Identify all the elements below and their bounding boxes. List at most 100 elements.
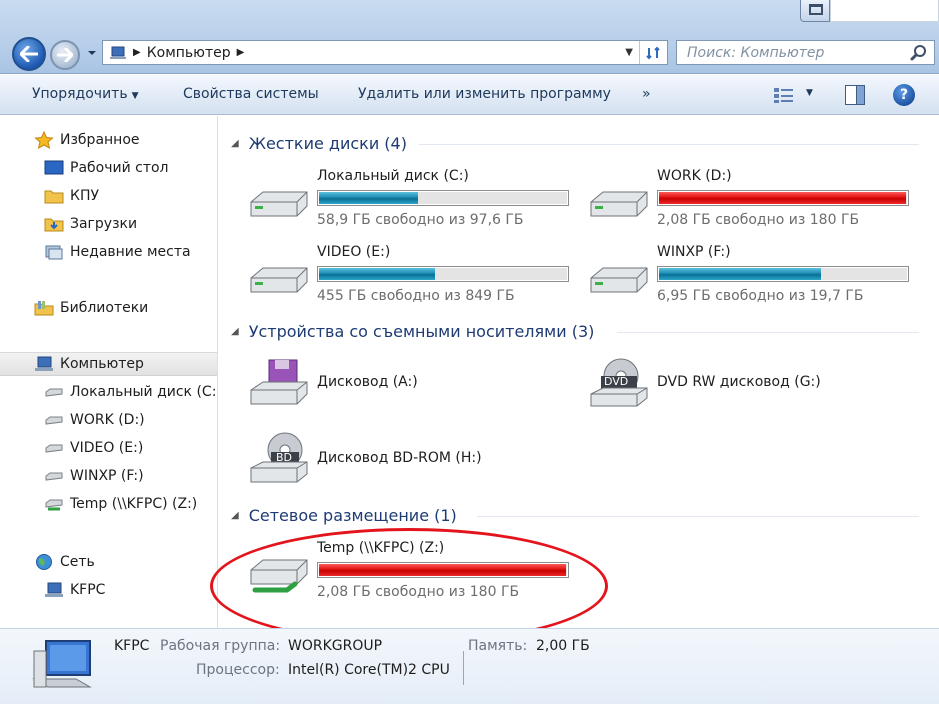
more-commands-button[interactable]: » [642, 86, 651, 102]
computer-icon [35, 356, 53, 371]
nav-kpu[interactable]: КПУ [44, 184, 99, 208]
change-view-icon[interactable] [773, 86, 795, 104]
nav-libraries[interactable]: Библиотеки [34, 296, 148, 320]
nav-drive-f[interactable]: WINXP (F:) [44, 464, 144, 488]
drive-c-name: Локальный диск (C:) [317, 168, 469, 184]
nav-desktop[interactable]: Рабочий стол [44, 156, 169, 180]
nav-recent-places-label: Недавние места [70, 244, 191, 260]
search-box[interactable] [676, 40, 935, 65]
computer-icon [110, 46, 126, 59]
group-divider [477, 516, 919, 517]
hard-drive-icon [45, 472, 63, 481]
collapse-icon[interactable]: ◢ [231, 510, 239, 521]
drive-c-usage-fill [319, 192, 418, 204]
drive-f-usage-bar [657, 266, 909, 282]
refresh-button[interactable] [639, 41, 667, 64]
uninstall-program-button[interactable]: Удалить или изменить программу [358, 86, 611, 102]
recent-places-icon [45, 245, 63, 260]
collapse-icon[interactable]: ◢ [231, 326, 239, 337]
arrow-left-icon [20, 46, 38, 62]
group-divider [617, 332, 919, 333]
nav-drive-z[interactable]: Temp (\\KFPC) (Z:) [44, 492, 197, 516]
drive-d[interactable]: WORK (D:) 2,08 ГБ свободно из 180 ГБ [587, 168, 917, 232]
nav-network[interactable]: Сеть [34, 550, 95, 574]
nav-drive-d[interactable]: WORK (D:) [44, 408, 145, 432]
refresh-icon [645, 46, 660, 59]
maximize-icon [809, 4, 823, 15]
organize-label: Упорядочить [32, 86, 128, 102]
drive-d-name: WORK (D:) [657, 168, 732, 184]
workgroup-value: WORKGROUP [288, 638, 383, 654]
organize-button[interactable]: Упорядочить ▼ [32, 86, 139, 102]
window-edge [830, 0, 939, 22]
drive-a[interactable]: Дисковод (A:) [247, 356, 577, 420]
collapse-icon[interactable]: ◢ [231, 138, 239, 149]
nav-favorites[interactable]: Избранное [34, 128, 140, 152]
drive-g[interactable]: DVD DVD RW дисковод (G:) [587, 356, 917, 420]
breadcrumb-separator-icon[interactable]: ▶ [133, 47, 141, 58]
nav-kfpc-label: KFPC [70, 582, 106, 598]
nav-desktop-label: Рабочий стол [70, 160, 169, 176]
drive-d-usage-fill [659, 192, 906, 204]
drive-e-usage-fill [319, 268, 435, 280]
star-icon [34, 131, 54, 149]
address-bar[interactable]: ▶ Компьютер ▶ ▼ [102, 40, 668, 65]
nav-kfpc[interactable]: KFPC [44, 578, 105, 602]
breadcrumb-separator-icon[interactable]: ▶ [237, 47, 245, 58]
breadcrumb-computer[interactable]: Компьютер [147, 45, 231, 61]
downloads-folder-icon [44, 218, 64, 232]
nav-drive-z-label: Temp (\\KFPC) (Z:) [70, 496, 198, 512]
nav-computer[interactable]: Компьютер [0, 352, 217, 376]
drive-f-free-space: 6,95 ГБ свободно из 19,7 ГБ [657, 288, 864, 304]
view-options-dropdown-icon[interactable]: ▼ [806, 88, 813, 98]
back-button[interactable] [12, 37, 46, 71]
nav-recent-places[interactable]: Недавние места [44, 240, 191, 264]
nav-computer-label: Компьютер [60, 356, 144, 372]
address-dropdown-icon[interactable]: ▼ [625, 47, 633, 58]
drive-c-usage-bar [317, 190, 569, 206]
help-icon[interactable]: ? [893, 84, 915, 106]
drive-h[interactable]: BD Дисковод BD-ROM (H:) [247, 430, 577, 494]
memory-label: Память: [468, 638, 528, 654]
recent-pages-dropdown-icon[interactable] [85, 48, 99, 58]
nav-downloads[interactable]: Загрузки [44, 212, 137, 236]
cpu-value: Intel(R) Core(TM)2 CPU [288, 662, 450, 678]
drive-c[interactable]: Локальный диск (C:) 58,9 ГБ свободно из … [247, 168, 577, 232]
preview-pane-button[interactable] [845, 85, 865, 105]
memory-value: 2,00 ГБ [536, 638, 590, 654]
nav-drive-f-label: WINXP (F:) [70, 468, 144, 484]
content-pane: ◢ Жесткие диски (4) Локальный диск (C:) … [219, 116, 939, 628]
nav-drive-c[interactable]: Локальный диск (C: [44, 380, 216, 404]
network-drive-icon [250, 559, 308, 593]
drive-z-free-space: 2,08 ГБ свободно из 180 ГБ [317, 584, 520, 600]
system-properties-button[interactable]: Свойства системы [183, 86, 319, 102]
bd-badge: BD [276, 451, 293, 464]
maximize-button[interactable] [800, 0, 830, 22]
nav-kpu-label: КПУ [70, 188, 99, 204]
drive-z-name: Temp (\\KFPC) (Z:) [317, 540, 445, 556]
desktop-icon [44, 160, 64, 175]
group-hard-drives-header[interactable]: ◢ Жесткие диски (4) [231, 131, 407, 155]
nav-drive-d-label: WORK (D:) [70, 412, 145, 428]
search-icon[interactable] [910, 44, 928, 62]
floppy-drive-icon [250, 359, 308, 405]
dvd-drive-icon [590, 358, 648, 407]
dvd-badge: DVD [604, 375, 629, 388]
nav-drive-e[interactable]: VIDEO (E:) [44, 436, 143, 460]
drive-e[interactable]: VIDEO (E:) 455 ГБ свободно из 849 ГБ [247, 244, 577, 308]
libraries-icon [34, 301, 54, 316]
drive-f[interactable]: WINXP (F:) 6,95 ГБ свободно из 19,7 ГБ [587, 244, 917, 308]
nav-favorites-label: Избранное [60, 132, 140, 148]
hard-drive-icon [250, 191, 308, 217]
forward-button[interactable] [50, 40, 80, 70]
group-removable-header[interactable]: ◢ Устройства со съемными носителями (3) [231, 319, 594, 343]
organize-caret-icon: ▼ [131, 91, 139, 101]
globe-icon [36, 554, 52, 570]
cpu-label: Процессор: [196, 662, 280, 678]
drive-z[interactable]: Temp (\\KFPC) (Z:) 2,08 ГБ свободно из 1… [247, 540, 577, 604]
details-pane: KFPC Рабочая группа: WORKGROUP Память: 2… [0, 628, 939, 704]
drive-a-name: Дисковод (A:) [317, 374, 418, 390]
search-input[interactable] [677, 44, 897, 61]
drive-f-name: WINXP (F:) [657, 244, 731, 260]
group-network-header[interactable]: ◢ Сетевое размещение (1) [231, 503, 457, 527]
